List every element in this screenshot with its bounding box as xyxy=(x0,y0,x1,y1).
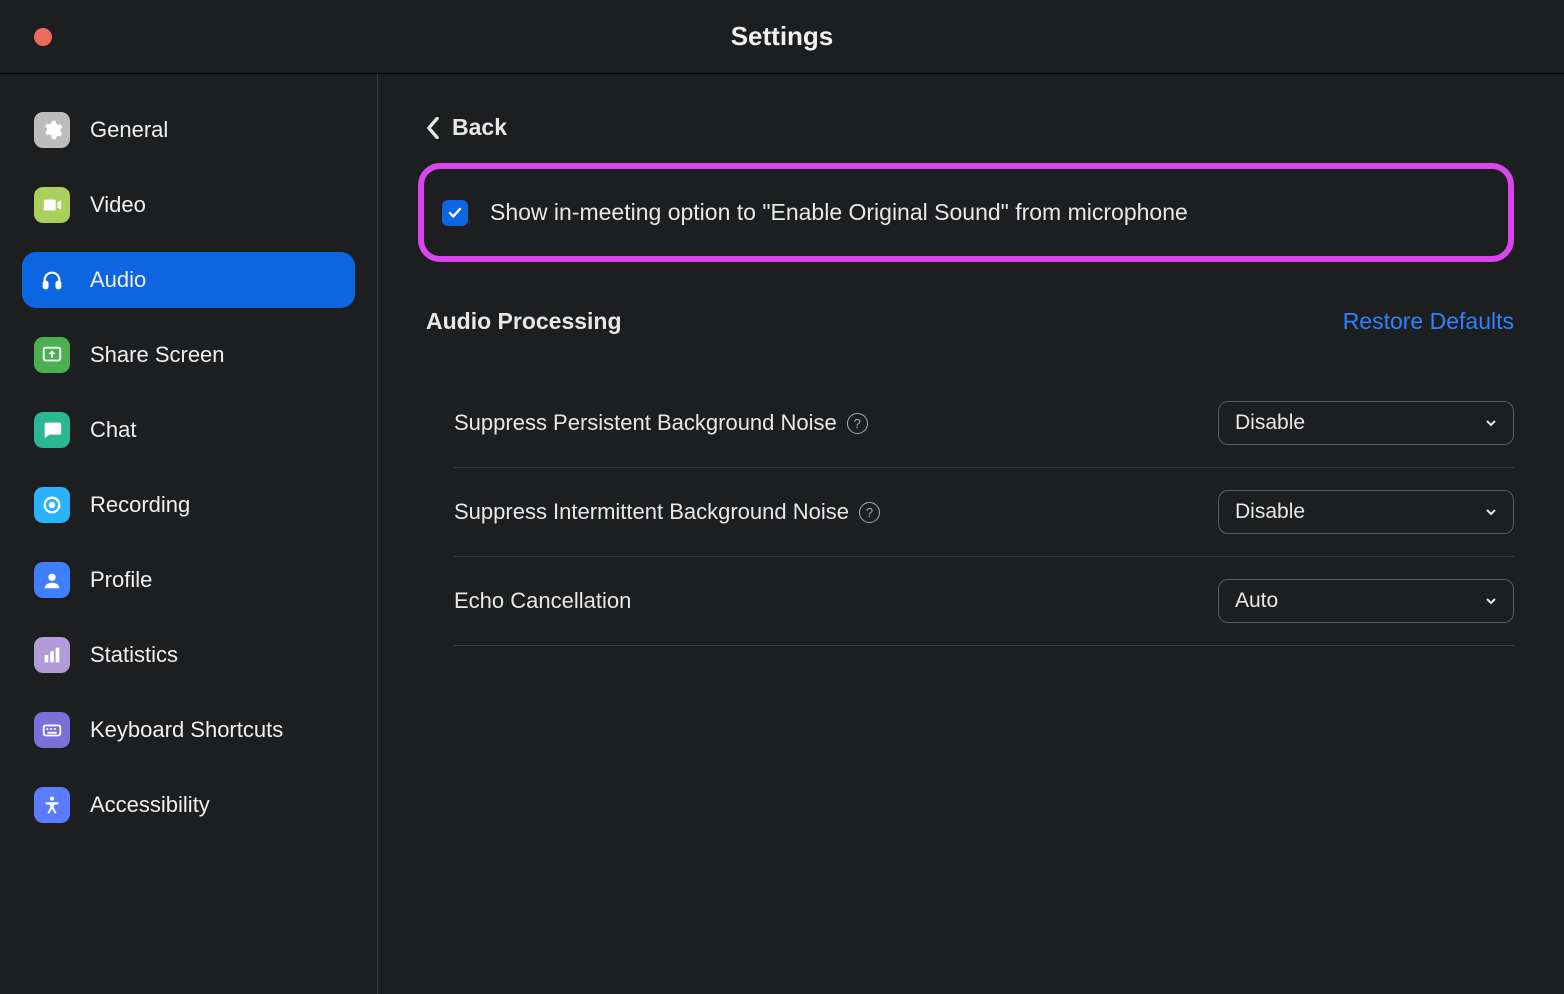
sidebar-item-label: Keyboard Shortcuts xyxy=(90,717,283,743)
sidebar-item-label: Accessibility xyxy=(90,792,210,818)
dropdown-value: Disable xyxy=(1235,411,1305,435)
help-icon[interactable]: ? xyxy=(847,413,868,434)
highlighted-setting: Show in-meeting option to "Enable Origin… xyxy=(418,163,1514,262)
window-title: Settings xyxy=(0,21,1564,52)
restore-defaults-link[interactable]: Restore Defaults xyxy=(1343,308,1514,335)
chevron-down-icon xyxy=(1485,417,1497,429)
recording-icon xyxy=(34,487,70,523)
sidebar-item-label: Chat xyxy=(90,417,136,443)
persistent-noise-dropdown[interactable]: Disable xyxy=(1218,401,1514,445)
sidebar-item-general[interactable]: General xyxy=(22,102,355,158)
help-icon[interactable]: ? xyxy=(859,502,880,523)
settings-sidebar: General Video Audio Share Screen Chat xyxy=(0,74,378,994)
section-title: Audio Processing xyxy=(426,308,622,335)
chevron-down-icon xyxy=(1485,506,1497,518)
sidebar-item-label: Profile xyxy=(90,567,152,593)
video-icon xyxy=(34,187,70,223)
setting-row-echo-cancellation: Echo Cancellation Auto xyxy=(454,557,1514,646)
echo-cancellation-dropdown[interactable]: Auto xyxy=(1218,579,1514,623)
sidebar-item-video[interactable]: Video xyxy=(22,177,355,233)
original-sound-checkbox[interactable] xyxy=(442,200,468,226)
sidebar-item-label: Audio xyxy=(90,267,146,293)
intermittent-noise-dropdown[interactable]: Disable xyxy=(1218,490,1514,534)
setting-label: Suppress Intermittent Background Noise xyxy=(454,499,849,525)
main-content: Back Show in-meeting option to "Enable O… xyxy=(378,74,1564,994)
setting-row-persistent-noise: Suppress Persistent Background Noise ? D… xyxy=(454,379,1514,468)
back-label: Back xyxy=(452,114,507,141)
dropdown-value: Disable xyxy=(1235,500,1305,524)
sidebar-item-share-screen[interactable]: Share Screen xyxy=(22,327,355,383)
window-close-button[interactable] xyxy=(34,28,52,46)
back-button[interactable]: Back xyxy=(426,114,1514,141)
chevron-down-icon xyxy=(1485,595,1497,607)
sidebar-item-label: Share Screen xyxy=(90,342,225,368)
chat-icon xyxy=(34,412,70,448)
sidebar-item-accessibility[interactable]: Accessibility xyxy=(22,777,355,833)
share-screen-icon xyxy=(34,337,70,373)
sidebar-item-chat[interactable]: Chat xyxy=(22,402,355,458)
sidebar-item-recording[interactable]: Recording xyxy=(22,477,355,533)
setting-label: Suppress Persistent Background Noise xyxy=(454,410,837,436)
keyboard-icon xyxy=(34,712,70,748)
titlebar: Settings xyxy=(0,0,1564,74)
gear-icon xyxy=(34,112,70,148)
accessibility-icon xyxy=(34,787,70,823)
original-sound-label: Show in-meeting option to "Enable Origin… xyxy=(490,199,1188,226)
check-icon xyxy=(447,205,463,221)
sidebar-item-statistics[interactable]: Statistics xyxy=(22,627,355,683)
setting-row-intermittent-noise: Suppress Intermittent Background Noise ?… xyxy=(454,468,1514,557)
sidebar-item-audio[interactable]: Audio xyxy=(22,252,355,308)
sidebar-item-keyboard-shortcuts[interactable]: Keyboard Shortcuts xyxy=(22,702,355,758)
setting-label: Echo Cancellation xyxy=(454,588,631,614)
sidebar-item-label: General xyxy=(90,117,168,143)
dropdown-value: Auto xyxy=(1235,589,1278,613)
chevron-left-icon xyxy=(426,117,440,139)
sidebar-item-label: Statistics xyxy=(90,642,178,668)
profile-icon xyxy=(34,562,70,598)
headphones-icon xyxy=(34,262,70,298)
sidebar-item-profile[interactable]: Profile xyxy=(22,552,355,608)
statistics-icon xyxy=(34,637,70,673)
sidebar-item-label: Recording xyxy=(90,492,190,518)
sidebar-item-label: Video xyxy=(90,192,146,218)
